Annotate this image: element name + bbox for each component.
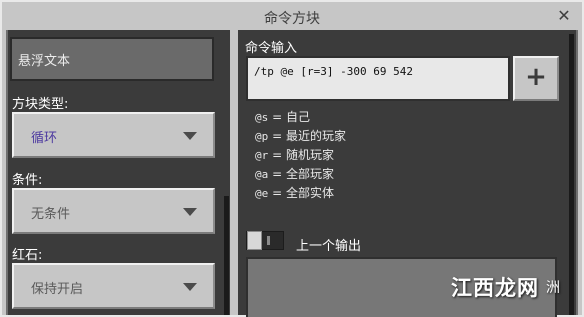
list-item: @e = 全部实体	[255, 186, 334, 200]
watermark-text: 江西龙网	[451, 276, 539, 300]
chevron-down-icon	[183, 283, 197, 291]
list-item: @r = 随机玩家	[255, 148, 334, 162]
toggle-bar-icon	[267, 236, 270, 245]
hover-text-input[interactable]: 悬浮文本	[10, 37, 214, 81]
redstone-label: 红石:	[12, 248, 43, 263]
toggle-knob	[247, 231, 262, 250]
condition-dropdown[interactable]: 无条件	[12, 188, 215, 234]
close-icon[interactable]: ✕	[554, 6, 574, 26]
previous-output-label: 上一个输出	[296, 239, 362, 254]
list-item: @p = 最近的玩家	[255, 129, 346, 143]
command-input[interactable]: /tp @e [r=3] -300 69 542	[246, 56, 510, 101]
condition-value: 无条件	[31, 207, 71, 222]
left-scrollbar[interactable]	[224, 196, 229, 315]
command-input-label: 命令输入	[245, 41, 298, 56]
condition-label: 条件:	[12, 173, 43, 188]
title-bar: 命令方块 ✕	[2, 2, 582, 32]
window-title: 命令方块	[264, 11, 320, 27]
list-item: @s = 自己	[255, 110, 310, 124]
previous-output-toggle[interactable]	[246, 231, 284, 250]
redstone-value: 保持开启	[31, 282, 84, 297]
selector-help-list: @s = 自己 @p = 最近的玩家 @r = 随机玩家 @a = 全部玩家 @…	[255, 108, 346, 203]
block-type-value: 循环	[31, 131, 58, 146]
chevron-down-icon	[183, 208, 197, 216]
right-scrollbar[interactable]	[569, 34, 574, 315]
redstone-dropdown[interactable]: 保持开启	[12, 263, 215, 309]
chevron-down-icon	[183, 132, 197, 140]
block-type-dropdown[interactable]: 循环	[12, 112, 215, 158]
block-type-label: 方块类型:	[12, 97, 69, 112]
watermark-suffix: 洲	[546, 280, 560, 296]
add-button[interactable]: +	[513, 56, 559, 101]
list-item: @a = 全部玩家	[255, 167, 334, 181]
